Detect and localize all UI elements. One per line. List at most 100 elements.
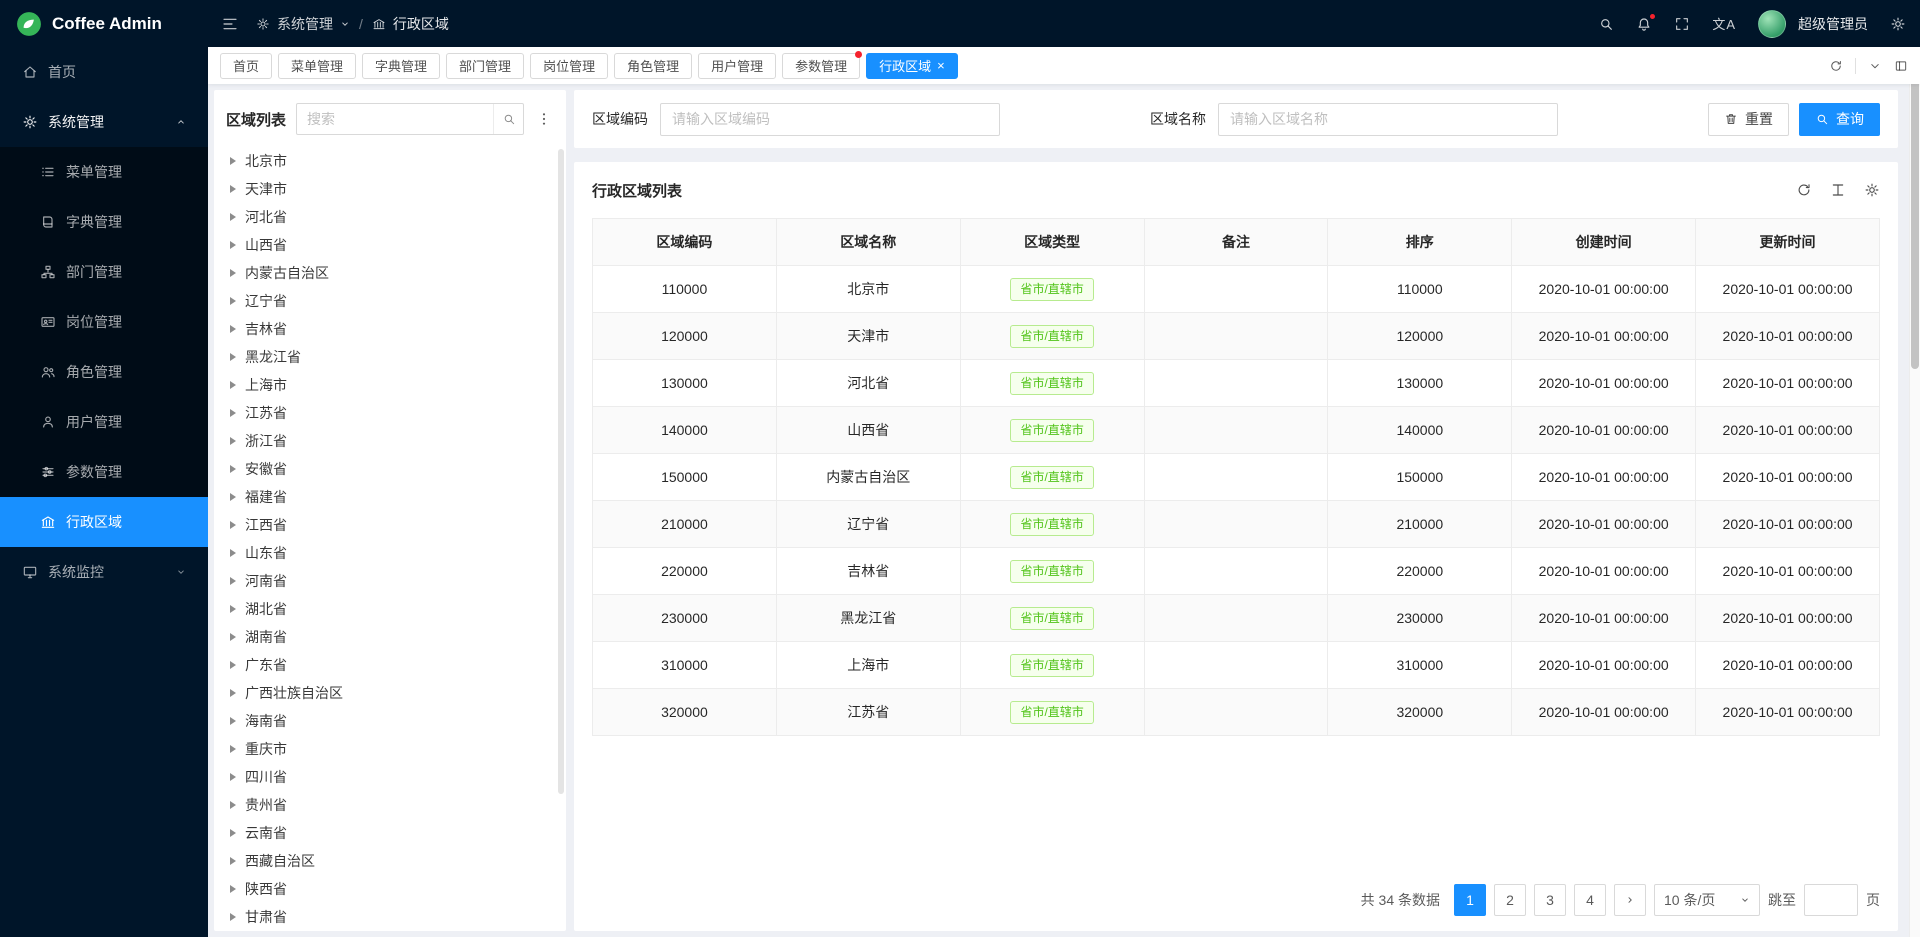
tree-item[interactable]: 西藏自治区 <box>224 847 552 875</box>
caret-right-icon[interactable] <box>230 465 236 473</box>
caret-right-icon[interactable] <box>230 325 236 333</box>
caret-right-icon[interactable] <box>230 801 236 809</box>
sidebar-item-role-mgmt[interactable]: 角色管理 <box>0 347 208 397</box>
content-fullscreen-icon[interactable] <box>1894 59 1908 73</box>
caret-right-icon[interactable] <box>230 745 236 753</box>
tree-item[interactable]: 河北省 <box>224 203 552 231</box>
table-row[interactable]: 140000 山西省 省市/直辖市 140000 2020-10-01 00:0… <box>593 407 1880 454</box>
sidebar-item-post-mgmt[interactable]: 岗位管理 <box>0 297 208 347</box>
caret-right-icon[interactable] <box>230 185 236 193</box>
translate-icon[interactable]: 文A <box>1712 14 1736 33</box>
tree-search-input[interactable] <box>297 111 493 127</box>
column-header[interactable]: 备注 <box>1144 219 1328 266</box>
table-row[interactable]: 210000 辽宁省 省市/直辖市 210000 2020-10-01 00:0… <box>593 501 1880 548</box>
tree-item[interactable]: 陕西省 <box>224 875 552 903</box>
caret-right-icon[interactable] <box>230 409 236 417</box>
page-button-2[interactable]: 2 <box>1494 884 1526 916</box>
caret-right-icon[interactable] <box>230 521 236 529</box>
table-row[interactable]: 110000 北京市 省市/直辖市 110000 2020-10-01 00:0… <box>593 266 1880 313</box>
caret-right-icon[interactable] <box>230 885 236 893</box>
region-code-input[interactable] <box>660 103 1000 136</box>
caret-right-icon[interactable] <box>230 381 236 389</box>
tree-item[interactable]: 福建省 <box>224 483 552 511</box>
tree-item[interactable]: 江西省 <box>224 511 552 539</box>
page-button-1[interactable]: 1 <box>1454 884 1486 916</box>
table-row[interactable]: 130000 河北省 省市/直辖市 130000 2020-10-01 00:0… <box>593 360 1880 407</box>
user-name[interactable]: 超级管理员 <box>1798 14 1868 34</box>
page-size-select[interactable]: 10 条/页 <box>1654 884 1760 916</box>
column-header[interactable]: 区域类型 <box>960 219 1144 266</box>
tree-item[interactable]: 四川省 <box>224 763 552 791</box>
sidebar-item-dict-mgmt[interactable]: 字典管理 <box>0 197 208 247</box>
region-name-input[interactable] <box>1218 103 1558 136</box>
tab-post-mgmt[interactable]: 岗位管理 <box>530 53 608 79</box>
column-header[interactable]: 创建时间 <box>1512 219 1696 266</box>
table-row[interactable]: 310000 上海市 省市/直辖市 310000 2020-10-01 00:0… <box>593 642 1880 689</box>
tree-item[interactable]: 山东省 <box>224 539 552 567</box>
sidebar-item-home[interactable]: 首页 <box>0 47 208 97</box>
tree-item[interactable]: 浙江省 <box>224 427 552 455</box>
sidebar-item-region[interactable]: 行政区域 <box>0 497 208 547</box>
tree-item[interactable]: 海南省 <box>224 707 552 735</box>
fullscreen-icon[interactable] <box>1674 16 1690 32</box>
tree-item[interactable]: 江苏省 <box>224 399 552 427</box>
tree-item[interactable]: 天津市 <box>224 175 552 203</box>
column-settings-gear-icon[interactable] <box>1864 182 1880 198</box>
tree-item[interactable]: 重庆市 <box>224 735 552 763</box>
tree-item[interactable]: 吉林省 <box>224 315 552 343</box>
tree-item[interactable]: 湖南省 <box>224 623 552 651</box>
breadcrumb-section[interactable]: 系统管理 <box>277 14 333 34</box>
caret-right-icon[interactable] <box>230 297 236 305</box>
jump-page-input[interactable] <box>1804 884 1858 916</box>
tab-options-chevron-icon[interactable] <box>1868 59 1882 73</box>
tab-user-mgmt[interactable]: 用户管理 <box>698 53 776 79</box>
caret-right-icon[interactable] <box>230 493 236 501</box>
sidebar-item-param-mgmt[interactable]: 参数管理 <box>0 447 208 497</box>
table-row[interactable]: 120000 天津市 省市/直辖市 120000 2020-10-01 00:0… <box>593 313 1880 360</box>
caret-right-icon[interactable] <box>230 269 236 277</box>
page-button-3[interactable]: 3 <box>1534 884 1566 916</box>
table-row[interactable]: 320000 江苏省 省市/直辖市 320000 2020-10-01 00:0… <box>593 689 1880 736</box>
column-header[interactable]: 区域名称 <box>776 219 960 266</box>
tree-item[interactable]: 上海市 <box>224 371 552 399</box>
tree-item[interactable]: 北京市 <box>224 147 552 175</box>
table-row[interactable]: 220000 吉林省 省市/直辖市 220000 2020-10-01 00:0… <box>593 548 1880 595</box>
caret-right-icon[interactable] <box>230 437 236 445</box>
tab-region[interactable]: 行政区域× <box>866 53 958 79</box>
column-header[interactable]: 区域编码 <box>593 219 777 266</box>
tab-param-mgmt[interactable]: 参数管理 <box>782 53 860 79</box>
caret-right-icon[interactable] <box>230 857 236 865</box>
tree-item[interactable]: 广东省 <box>224 651 552 679</box>
notifications-bell-icon[interactable] <box>1636 16 1652 32</box>
tree-item[interactable]: 广西壮族自治区 <box>224 679 552 707</box>
table-row[interactable]: 230000 黑龙江省 省市/直辖市 230000 2020-10-01 00:… <box>593 595 1880 642</box>
search-icon[interactable] <box>493 104 523 134</box>
caret-right-icon[interactable] <box>230 661 236 669</box>
tree-item[interactable]: 辽宁省 <box>224 287 552 315</box>
app-logo[interactable]: Coffee Admin <box>0 0 208 47</box>
sidebar-item-system[interactable]: 系统管理 <box>0 97 208 147</box>
next-page-button[interactable] <box>1614 884 1646 916</box>
tree-item[interactable]: 贵州省 <box>224 791 552 819</box>
caret-right-icon[interactable] <box>230 213 236 221</box>
sidebar-item-monitor[interactable]: 系统监控 <box>0 547 208 597</box>
tree-item[interactable]: 山西省 <box>224 231 552 259</box>
column-height-icon[interactable] <box>1830 182 1846 198</box>
settings-gear-icon[interactable] <box>1890 16 1906 32</box>
column-header[interactable]: 排序 <box>1328 219 1512 266</box>
tree-item[interactable]: 安徽省 <box>224 455 552 483</box>
caret-right-icon[interactable] <box>230 549 236 557</box>
reset-button[interactable]: 重置 <box>1708 103 1789 136</box>
tree-item[interactable]: 甘肃省 <box>224 903 552 931</box>
caret-right-icon[interactable] <box>230 829 236 837</box>
tree-item[interactable]: 河南省 <box>224 567 552 595</box>
tab-dict-mgmt[interactable]: 字典管理 <box>362 53 440 79</box>
caret-right-icon[interactable] <box>230 577 236 585</box>
query-button[interactable]: 查询 <box>1799 103 1880 136</box>
tab-role-mgmt[interactable]: 角色管理 <box>614 53 692 79</box>
search-icon[interactable] <box>1598 16 1614 32</box>
user-avatar[interactable] <box>1758 10 1786 38</box>
caret-right-icon[interactable] <box>230 605 236 613</box>
table-row[interactable]: 150000 内蒙古自治区 省市/直辖市 150000 2020-10-01 0… <box>593 454 1880 501</box>
tree-item[interactable]: 云南省 <box>224 819 552 847</box>
